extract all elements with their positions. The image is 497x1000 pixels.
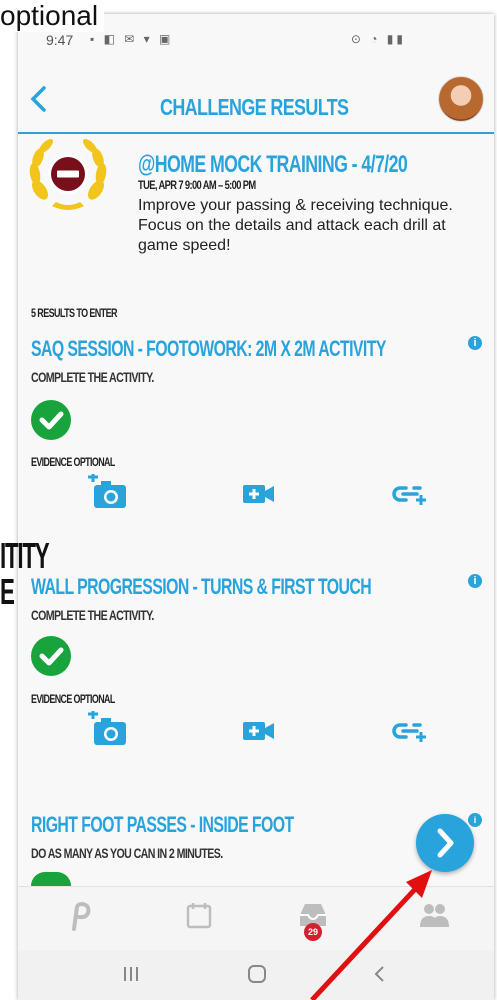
back-chevron-icon[interactable] [28, 84, 50, 120]
status-notification-icons: ▪ ◧ ✉ ▾ ▣ [90, 32, 174, 46]
activity-title[interactable]: RIGHT FOOT PASSES - INSIDE FOOT [31, 812, 294, 838]
complete-check-icon[interactable] [31, 872, 71, 886]
add-video-icon[interactable] [243, 483, 275, 505]
annotation-line: ITITY [0, 535, 50, 576]
add-link-icon[interactable] [392, 720, 428, 744]
activity-subtitle: DO AS MANY AS YOU CAN IN 2 MINUTES. [31, 845, 223, 861]
info-icon[interactable]: i [468, 574, 482, 588]
nav-home-logo-icon[interactable] [68, 901, 94, 931]
add-video-icon[interactable] [243, 720, 275, 742]
optional-annotation: optional [0, 0, 105, 32]
evidence-label: EVIDENCE OPTIONAL [31, 455, 115, 469]
add-link-icon[interactable] [392, 483, 428, 507]
complete-check-icon[interactable] [31, 400, 71, 440]
activity-subtitle: COMPLETE THE ACTIVITY. [31, 369, 154, 385]
recent-apps-icon[interactable] [121, 964, 141, 984]
challenge-title: @HOME MOCK TRAINING - 4/7/20 [138, 151, 408, 178]
activity-title[interactable]: SAQ SESSION - FOOTOWORK: 2M X 2M ACTIVIT… [31, 336, 386, 362]
challenge-description: Improve your passing & receiving techniq… [138, 197, 453, 254]
red-pointer-arrow [310, 870, 432, 1000]
app-header: CHALLENGE RESULTS [18, 72, 494, 134]
results-count: 5 RESULTS TO ENTER [31, 306, 117, 320]
nav-calendar-icon[interactable] [186, 901, 212, 929]
status-time: 9:47 [46, 32, 74, 48]
status-system-icons: ⊙ ◔ ▮▮ [350, 32, 406, 46]
annotation-line: E [0, 571, 15, 612]
home-icon[interactable] [247, 964, 267, 984]
challenge-datetime: TUE, APR 7 9:00 AM – 5:00 PM [138, 178, 256, 192]
info-icon[interactable]: i [467, 812, 483, 828]
evidence-label: EVIDENCE OPTIONAL [31, 692, 115, 706]
page-title: CHALLENGE RESULTS [160, 94, 349, 120]
activity-title[interactable]: WALL PROGRESSION - TURNS & FIRST TOUCH [31, 574, 372, 600]
challenge-laurel-icon [29, 139, 107, 210]
user-avatar[interactable] [438, 76, 484, 122]
add-photo-icon[interactable] [86, 711, 128, 747]
complete-check-icon[interactable] [31, 636, 71, 676]
cropped-annotation-text: ITITY E [0, 538, 78, 610]
phone-screen: 9:47 ▪ ◧ ✉ ▾ ▣ ⊙ ◔ ▮▮ CHALLENGE RESULTS … [18, 14, 494, 1000]
info-icon[interactable]: i [468, 336, 482, 350]
add-photo-icon[interactable] [86, 474, 128, 510]
